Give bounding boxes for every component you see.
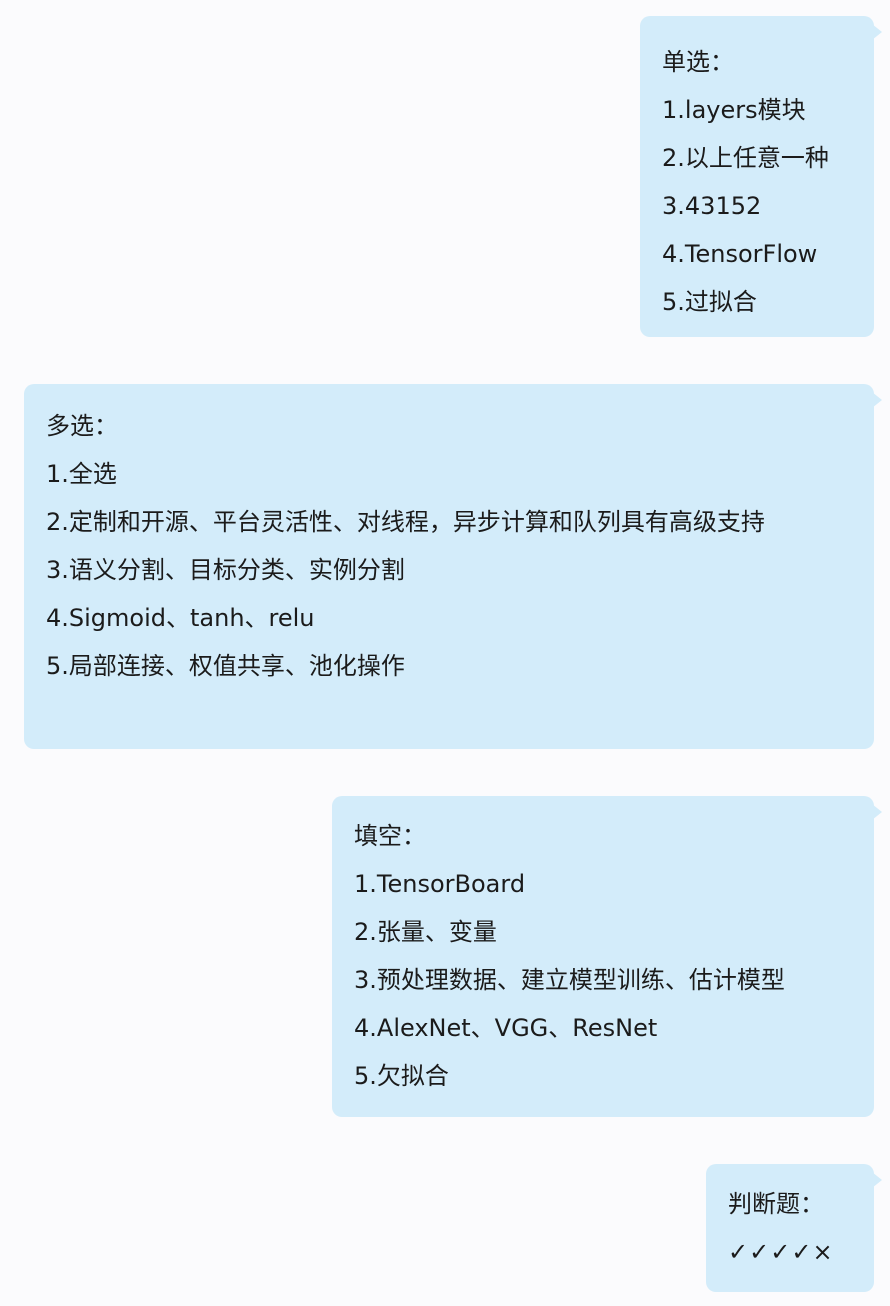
message-title: 填空： xyxy=(354,822,426,850)
message-line: 4.TensorFlow xyxy=(662,240,818,268)
message-line: 5.欠拟合 xyxy=(354,1062,449,1090)
message-line: 3.语义分割、目标分类、实例分割 xyxy=(46,556,405,584)
message-bubble-multiple-choice: 多选： 1.全选 2.定制和开源、平台灵活性、对线程，异步计算和队列具有高级支持… xyxy=(24,384,882,749)
message-line: 2.以上任意一种 xyxy=(662,144,829,172)
message-line: 2.张量、变量 xyxy=(354,918,497,946)
message-line: 5.局部连接、权值共享、池化操作 xyxy=(46,652,405,680)
message-bubble-true-false: 判断题： ✓✓✓✓× xyxy=(706,1164,882,1292)
message-title: 单选： xyxy=(662,48,734,76)
message-bubble-single-choice: 单选： 1.layers模块 2.以上任意一种 3.43152 4.Tensor… xyxy=(640,16,882,337)
message-line: 3.预处理数据、建立模型训练、估计模型 xyxy=(354,966,785,994)
message-title: 判断题： xyxy=(728,1190,824,1218)
message-line: 1.全选 xyxy=(46,460,117,488)
message-line: 3.43152 xyxy=(662,192,762,220)
message-line: 4.Sigmoid、tanh、relu xyxy=(46,604,315,632)
check-marks: ✓✓✓✓× xyxy=(728,1238,834,1266)
message-line: 5.过拟合 xyxy=(662,288,757,316)
message-title: 多选： xyxy=(46,412,118,440)
message-bubble-fill-in-blank: 填空： 1.TensorBoard 2.张量、变量 3.预处理数据、建立模型训练… xyxy=(332,796,882,1117)
message-line: 1.TensorBoard xyxy=(354,870,526,898)
message-line: 4.AlexNet、VGG、ResNet xyxy=(354,1014,658,1042)
message-line: 2.定制和开源、平台灵活性、对线程，异步计算和队列具有高级支持 xyxy=(46,508,765,536)
chat-thread: 单选： 1.layers模块 2.以上任意一种 3.43152 4.Tensor… xyxy=(0,0,890,1306)
message-line: 1.layers模块 xyxy=(662,96,806,124)
